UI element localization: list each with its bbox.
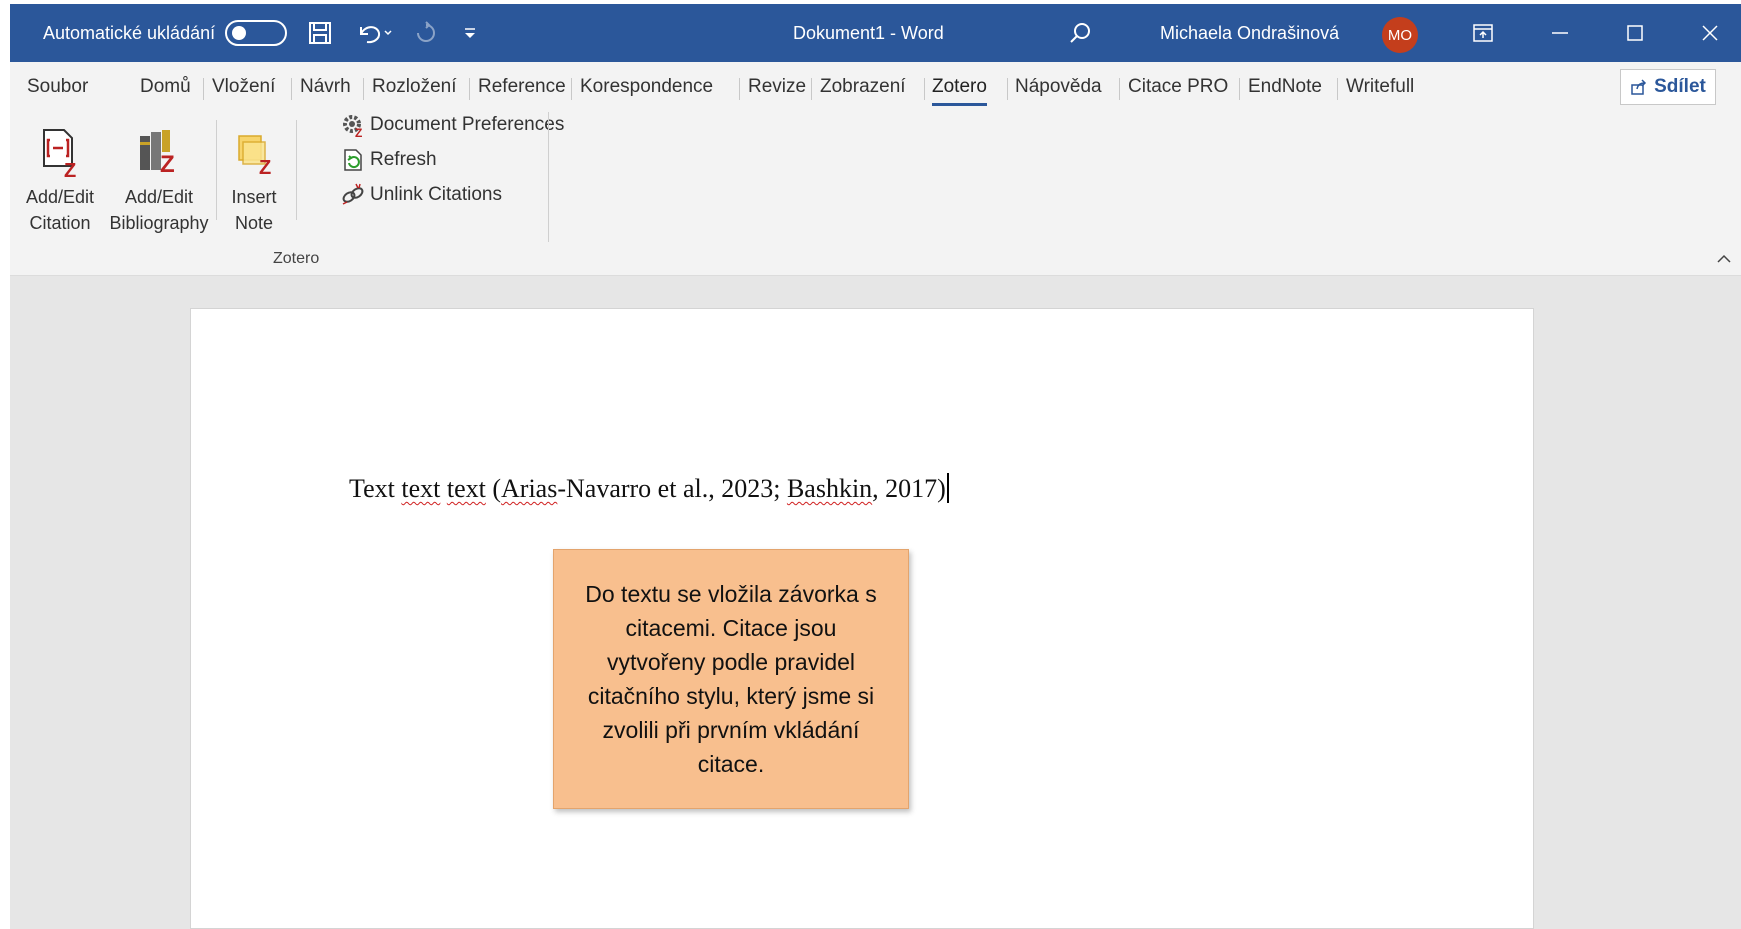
tab-napoveda[interactable]: Nápověda xyxy=(1015,62,1102,112)
tab-korespondence[interactable]: Korespondence xyxy=(580,62,713,112)
tab-citace-pro[interactable]: Citace PRO xyxy=(1128,62,1228,112)
group-label-zotero: Zotero xyxy=(273,250,320,267)
citation-icon: Z xyxy=(36,120,84,184)
text-caret xyxy=(946,473,949,503)
tab-navrh[interactable]: Návrh xyxy=(300,62,351,112)
tab-rozlozeni[interactable]: Rozložení xyxy=(372,62,457,112)
refresh-button[interactable]: Refresh xyxy=(340,144,437,176)
add-edit-citation-button[interactable]: Z Add/Edit Citation xyxy=(20,120,100,236)
ribbon: Z Add/Edit Citation Z Add/Edit Bibliogra… xyxy=(10,112,1741,276)
minimize-icon[interactable] xyxy=(1535,4,1585,62)
collapse-ribbon-icon[interactable] xyxy=(1716,252,1732,270)
tab-writefull[interactable]: Writefull xyxy=(1346,62,1414,112)
ribbon-display-options-icon[interactable] xyxy=(1463,4,1503,62)
autosave-control[interactable]: Automatické ukládání xyxy=(43,4,288,62)
unlink-icon xyxy=(342,183,364,205)
tab-endnote[interactable]: EndNote xyxy=(1248,62,1322,112)
tab-domu[interactable]: Domů xyxy=(140,62,191,112)
unlink-citations-button[interactable]: Unlink Citations xyxy=(340,179,502,211)
maximize-icon[interactable] xyxy=(1610,4,1660,62)
gear-icon: Z xyxy=(343,115,362,138)
svg-text:Z: Z xyxy=(64,160,76,178)
autosave-label: Automatické ukládání xyxy=(43,22,216,43)
svg-text:Z: Z xyxy=(160,151,175,178)
customize-toolbar-icon[interactable] xyxy=(455,4,485,62)
share-icon xyxy=(1631,79,1647,95)
user-name[interactable]: Michaela Ondrašinová xyxy=(1160,4,1339,62)
share-button[interactable]: Sdílet xyxy=(1620,69,1716,105)
svg-text:Z: Z xyxy=(259,157,271,178)
document-text-line[interactable]: Text text text (Arias-Navarro et al., 20… xyxy=(349,473,949,504)
tab-reference[interactable]: Reference xyxy=(478,62,566,112)
ribbon-tabs: Soubor Domů Vložení Návrh Rozložení Refe… xyxy=(10,62,1741,112)
add-edit-bibliography-button[interactable]: Z Add/Edit Bibliography xyxy=(103,120,215,236)
redo-icon[interactable] xyxy=(410,4,442,62)
tab-soubor[interactable]: Soubor xyxy=(27,62,88,112)
svg-text:Z: Z xyxy=(355,126,362,138)
title-bar: Automatické ukládání Dokument1 - Word Mi… xyxy=(10,4,1741,62)
share-label: Sdílet xyxy=(1654,76,1706,97)
bibliography-icon: Z xyxy=(134,120,184,184)
undo-icon[interactable] xyxy=(350,4,400,62)
tab-revize[interactable]: Revize xyxy=(748,62,806,112)
close-icon[interactable] xyxy=(1685,4,1735,62)
insert-note-button[interactable]: Z Insert Note xyxy=(224,120,284,236)
tab-zotero[interactable]: Zotero xyxy=(932,62,987,112)
document-title: Dokument1 - Word xyxy=(793,22,944,43)
autosave-toggle[interactable] xyxy=(225,20,288,46)
avatar[interactable]: MO xyxy=(1382,17,1418,53)
callout-note: Do textu se vložila závorka s citacemi. … xyxy=(553,549,909,809)
search-icon[interactable] xyxy=(1060,4,1100,62)
save-icon[interactable] xyxy=(300,4,340,62)
tab-vlozeni[interactable]: Vložení xyxy=(212,62,275,112)
refresh-icon xyxy=(344,149,362,171)
note-icon: Z xyxy=(231,120,277,184)
tab-zobrazeni[interactable]: Zobrazení xyxy=(820,62,906,112)
document-preferences-button[interactable]: Z Document Preferences xyxy=(340,109,564,141)
